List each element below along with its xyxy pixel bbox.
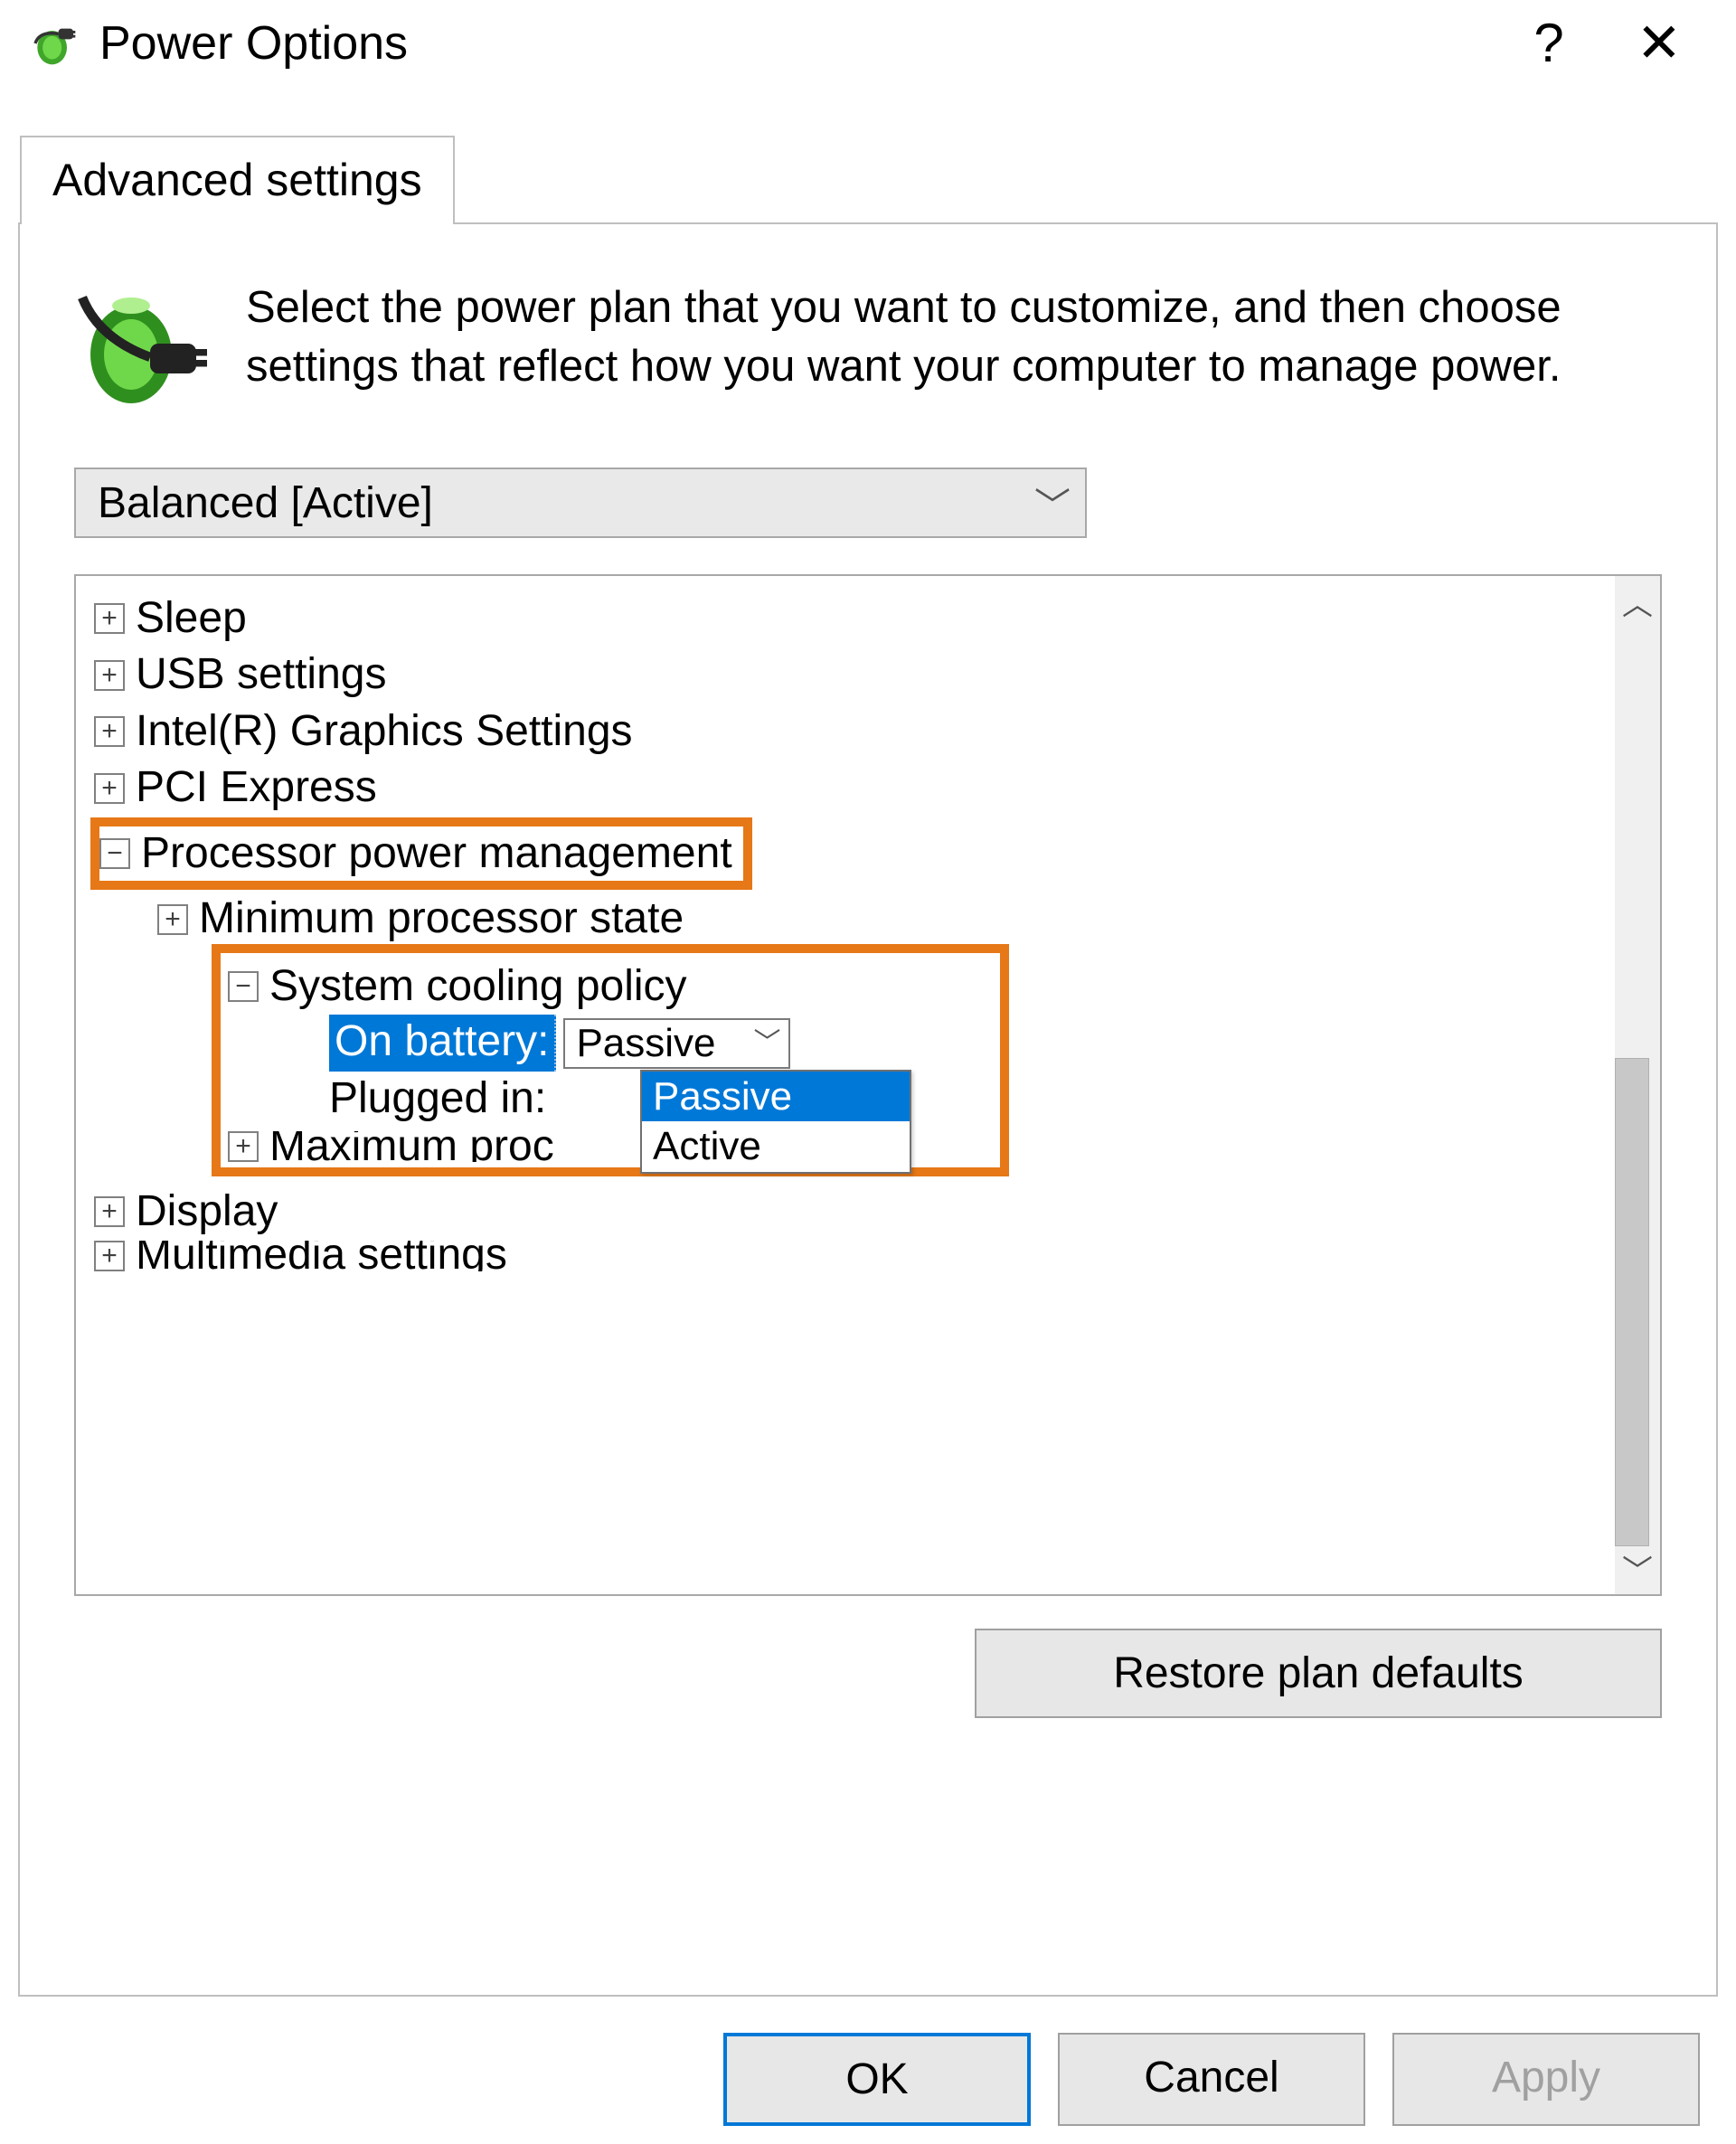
titlebar: Power Options ? ✕: [0, 0, 1736, 98]
tree-label: Display: [136, 1185, 278, 1239]
tree-label: PCI Express: [136, 760, 377, 815]
scrollbar-thumb[interactable]: [1615, 1058, 1649, 1546]
annotation-highlight: − System cooling policy On battery: Pass…: [212, 944, 1009, 1176]
settings-tree: + Sleep + USB settings + Intel(R) Graphi…: [74, 574, 1662, 1596]
expand-icon[interactable]: +: [94, 1241, 125, 1271]
scroll-down-arrow-icon[interactable]: ﹀: [1622, 1546, 1653, 1591]
power-plug-icon: [27, 16, 81, 71]
tree-item-processor-power-mgmt[interactable]: − Processor power management: [94, 817, 1606, 891]
chevron-down-icon: ﹀: [754, 1026, 781, 1061]
tree-item-min-processor-state[interactable]: + Minimum processor state: [157, 891, 1606, 947]
restore-row: Restore plan defaults: [74, 1629, 1662, 1718]
battery-plug-icon: [74, 279, 210, 419]
tree-item-intel-graphics[interactable]: + Intel(R) Graphics Settings: [94, 704, 1606, 760]
help-button[interactable]: ?: [1506, 16, 1590, 71]
collapse-icon[interactable]: −: [99, 838, 130, 869]
cooling-on-battery-row: On battery: Passive ﹀: [329, 1015, 993, 1071]
expand-icon[interactable]: +: [94, 1196, 125, 1227]
tree-label: Minimum processor state: [199, 892, 684, 946]
on-battery-label: On battery:: [329, 1015, 556, 1071]
apply-button[interactable]: Apply: [1392, 2033, 1700, 2126]
window-title: Power Options: [99, 16, 1488, 71]
intro-text: Select the power plan that you want to c…: [246, 279, 1662, 419]
vertical-scrollbar[interactable]: ︿ ﹀: [1615, 576, 1660, 1594]
tab-content: Select the power plan that you want to c…: [18, 222, 1718, 1997]
tree-item-system-cooling-policy[interactable]: − System cooling policy: [228, 959, 993, 1015]
ok-button[interactable]: OK: [723, 2033, 1031, 2126]
tree-label: USB settings: [136, 647, 386, 702]
annotation-highlight: − Processor power management: [90, 817, 752, 890]
collapse-icon[interactable]: −: [228, 971, 259, 1002]
expand-icon[interactable]: +: [94, 716, 125, 747]
dialog-button-row: OK Cancel Apply: [0, 1997, 1736, 2144]
dropdown-option-passive[interactable]: Passive: [642, 1072, 910, 1121]
tree-scroll-area: + Sleep + USB settings + Intel(R) Graphi…: [76, 576, 1615, 1594]
expand-icon[interactable]: +: [94, 603, 125, 634]
tree-item-display[interactable]: + Display: [94, 1184, 1606, 1240]
plan-select-value: Balanced [Active]: [98, 478, 1034, 528]
tree-item-multimedia-settings[interactable]: + Multimedia settings: [94, 1241, 1606, 1271]
on-battery-value-combo[interactable]: Passive ﹀: [563, 1018, 789, 1069]
tree-label: Sleep: [136, 591, 247, 646]
tree-label: Intel(R) Graphics Settings: [136, 704, 633, 759]
tree-label: Maximum proc: [269, 1131, 554, 1162]
tab-advanced-settings[interactable]: Advanced settings: [20, 136, 455, 224]
expand-icon[interactable]: +: [94, 773, 125, 804]
scroll-up-arrow-icon[interactable]: ︿: [1622, 580, 1653, 624]
cancel-button[interactable]: Cancel: [1058, 2033, 1365, 2126]
restore-defaults-button[interactable]: Restore plan defaults: [975, 1629, 1662, 1718]
combo-value: Passive: [576, 1018, 715, 1068]
expand-icon[interactable]: +: [157, 904, 188, 935]
power-options-dialog: Power Options ? ✕ Advanced settings Sele…: [0, 0, 1736, 2144]
tree-label: Processor power management: [141, 826, 732, 881]
tree-label: System cooling policy: [269, 959, 687, 1014]
close-button[interactable]: ✕: [1609, 16, 1709, 71]
expand-icon[interactable]: +: [228, 1131, 259, 1162]
tree-item-sleep[interactable]: + Sleep: [94, 590, 1606, 647]
tree-item-pci-express[interactable]: + PCI Express: [94, 760, 1606, 816]
plan-select-dropdown[interactable]: Balanced [Active] ﹀: [74, 468, 1087, 538]
plugged-in-label: Plugged in:: [329, 1072, 546, 1126]
dropdown-option-active[interactable]: Active: [642, 1121, 910, 1171]
tabstrip: Advanced settings: [0, 134, 1736, 222]
tree-item-usb-settings[interactable]: + USB settings: [94, 647, 1606, 703]
cooling-plugged-in-row: Plugged in: Passive Active: [329, 1072, 993, 1126]
tree-label: Multimedia settings: [136, 1241, 507, 1271]
intro-row: Select the power plan that you want to c…: [74, 279, 1662, 419]
chevron-down-icon: ﹀: [1034, 477, 1071, 529]
expand-icon[interactable]: +: [94, 660, 125, 691]
cooling-dropdown-list[interactable]: Passive Active: [640, 1070, 911, 1174]
